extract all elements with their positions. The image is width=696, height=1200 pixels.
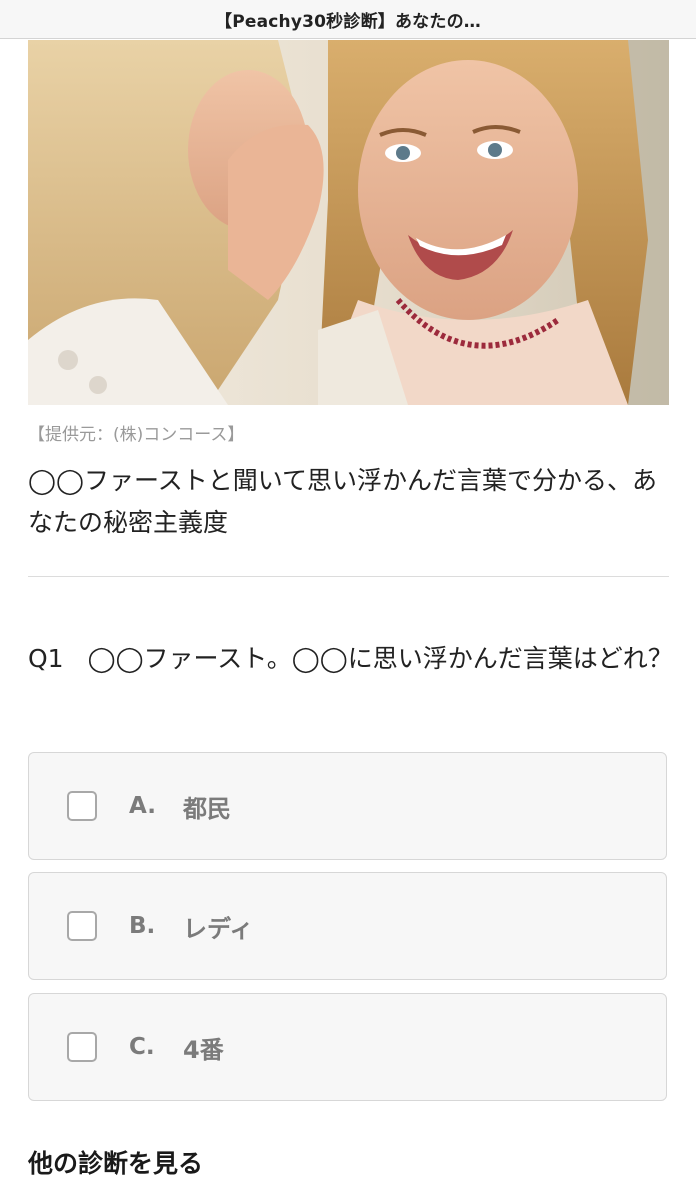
question-number: Q1	[28, 644, 64, 673]
option-letter: C.	[129, 1034, 155, 1060]
checkbox-icon[interactable]	[67, 1032, 97, 1062]
question: Q1 ◯◯ファースト。◯◯に思い浮かんだ言葉はどれ？	[28, 636, 673, 682]
option-text: レディ	[183, 914, 254, 943]
option-c[interactable]: C. 4番	[28, 993, 667, 1101]
more-diagnoses-heading: 他の診断を見る	[28, 1149, 204, 1178]
divider	[28, 576, 669, 577]
option-b[interactable]: B. レディ	[28, 872, 667, 980]
checkbox-icon[interactable]	[67, 911, 97, 941]
checkbox-icon[interactable]	[67, 791, 97, 821]
option-a[interactable]: A. 都民	[28, 752, 667, 860]
option-text: 都民	[183, 794, 231, 823]
article-headline: ◯◯ファーストと聞いて思い浮かんだ言葉で分かる、あなたの秘密主義度	[28, 466, 657, 537]
page-title-bar: 【Peachy30秒診断】あなたの…	[0, 0, 696, 39]
hero-photo-illustration	[28, 40, 669, 405]
option-letter: B.	[129, 913, 156, 939]
image-credit: 【提供元：(株)コンコース】	[28, 425, 245, 445]
option-text: 4番	[183, 1035, 224, 1064]
hero-image	[28, 40, 669, 405]
page-title: 【Peachy30秒診断】あなたの…	[215, 11, 481, 32]
option-letter: A.	[129, 793, 156, 819]
question-text: ◯◯ファースト。◯◯に思い浮かんだ言葉はどれ？	[87, 644, 673, 673]
